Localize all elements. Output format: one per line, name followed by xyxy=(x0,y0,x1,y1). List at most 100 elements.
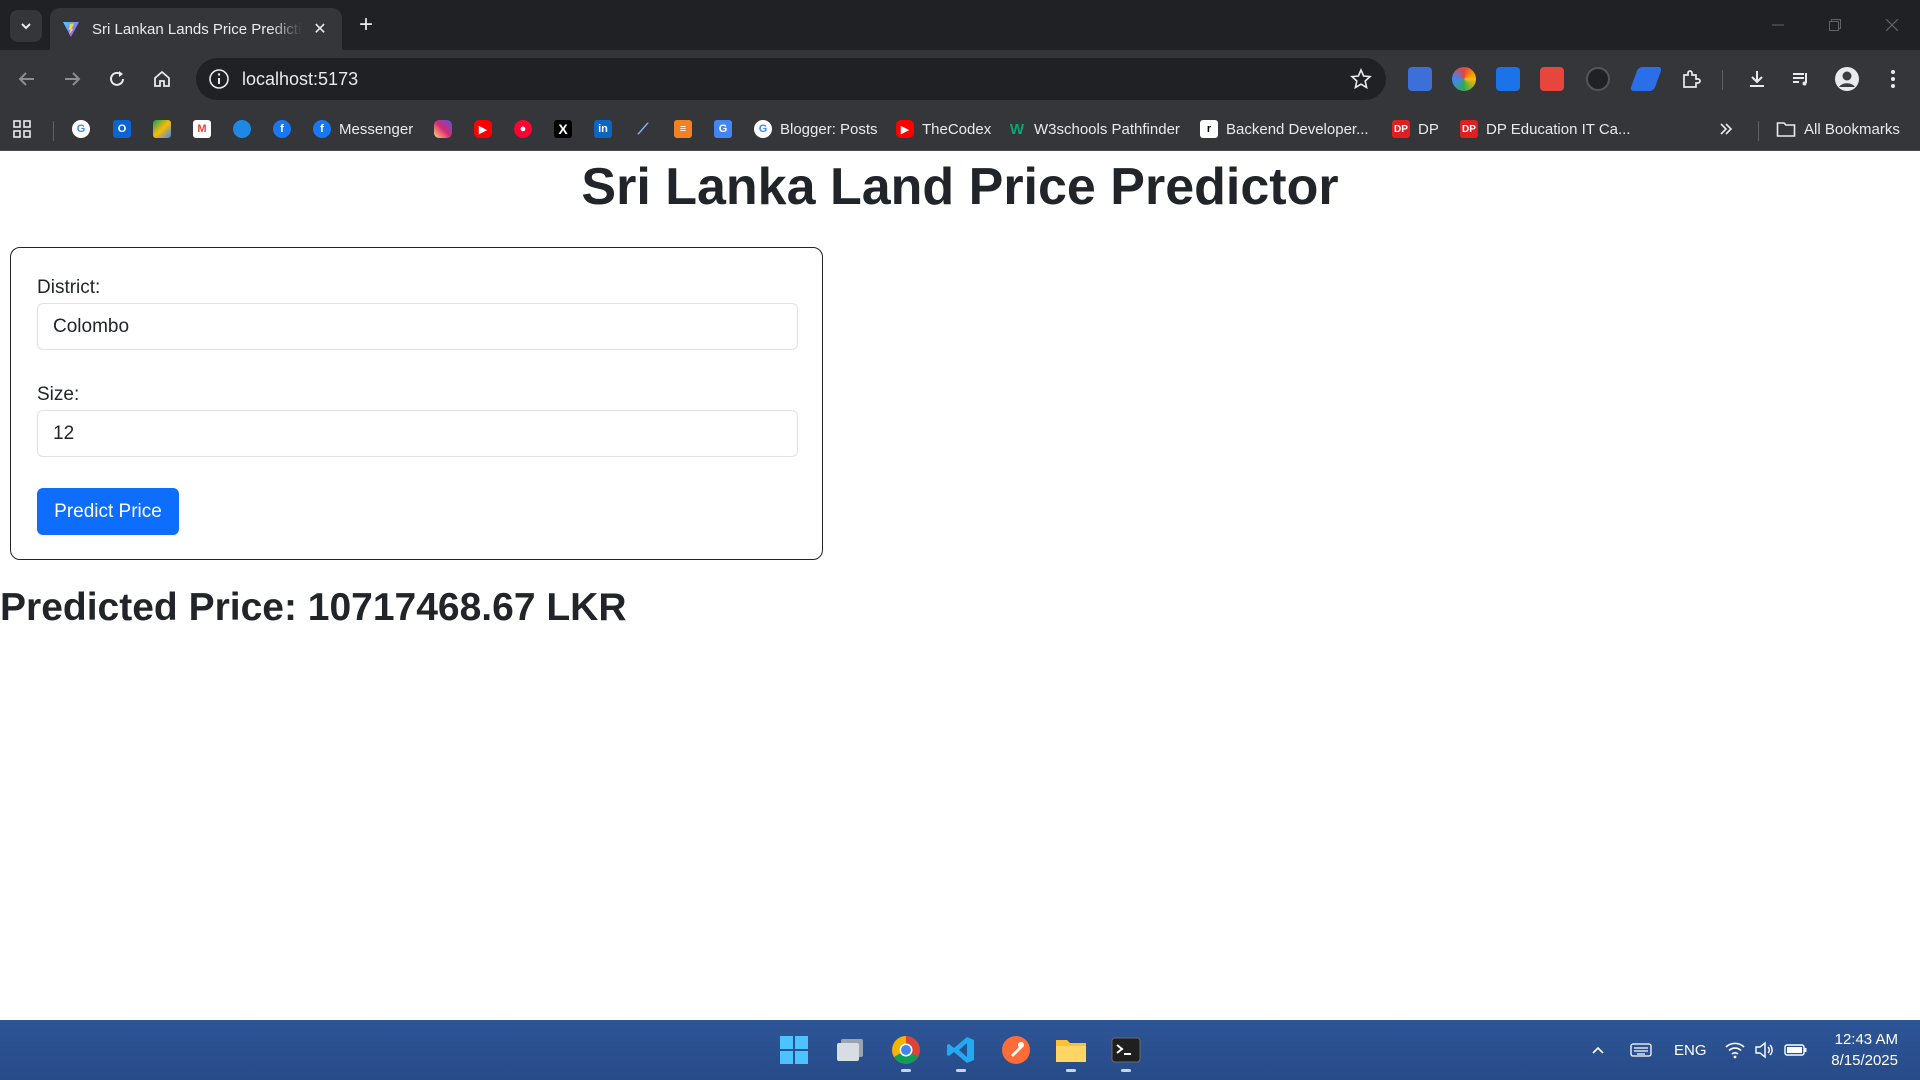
dark-extension-icon[interactable] xyxy=(1586,67,1610,91)
bookmark-blogger[interactable]: G Blogger: Posts xyxy=(754,117,878,141)
address-bar[interactable]: localhost:5173 xyxy=(196,58,1386,100)
reload-button[interactable] xyxy=(102,64,132,94)
browser-menu-button[interactable] xyxy=(1878,64,1908,94)
bookmark-dp-education[interactable]: DP DP Education IT Ca... xyxy=(1460,117,1631,141)
network-button[interactable] xyxy=(1724,1020,1746,1080)
home-button[interactable] xyxy=(147,64,177,94)
dp-icon: DP xyxy=(1460,120,1478,138)
minimize-button[interactable] xyxy=(1749,0,1806,50)
bookmark-item[interactable]: M xyxy=(193,117,211,141)
bookmark-w3schools[interactable]: W W3schools Pathfinder xyxy=(1008,117,1180,141)
bookmark-dp[interactable]: DP DP xyxy=(1392,117,1439,141)
all-bookmarks-button[interactable]: All Bookmarks xyxy=(1776,117,1900,141)
battery-button[interactable] xyxy=(1784,1020,1808,1080)
translate-icon: G xyxy=(714,120,732,138)
bookmark-item[interactable]: in xyxy=(594,117,612,141)
bookmark-item[interactable]: X xyxy=(554,117,572,141)
bookmark-label: DP xyxy=(1418,120,1439,138)
profile-avatar[interactable] xyxy=(1832,64,1862,94)
clock-date: 8/15/2025 xyxy=(1831,1052,1898,1069)
browser-titlebar: Sri Lankan Lands Price Prediction ✕ + xyxy=(0,0,1920,50)
language-indicator[interactable]: ENG xyxy=(1674,1020,1707,1080)
bookmark-star-icon[interactable] xyxy=(1350,68,1372,90)
extensions-button[interactable] xyxy=(1676,64,1706,94)
reload-icon xyxy=(110,71,124,86)
speaker-icon xyxy=(1755,1041,1773,1059)
district-input[interactable]: Colombo xyxy=(37,303,798,350)
back-button[interactable] xyxy=(12,64,42,94)
taskbar-file-explorer[interactable] xyxy=(1051,1030,1091,1072)
windows-taskbar: ENG 12:43 AM 8/15/2025 xyxy=(0,1020,1920,1080)
avatar-icon xyxy=(1835,67,1859,91)
dp-icon: DP xyxy=(1392,120,1410,138)
facebook-icon: f xyxy=(313,120,331,138)
google-icon: G xyxy=(72,120,90,138)
keyboard-icon xyxy=(1630,1043,1652,1057)
bookmark-item[interactable]: ● xyxy=(514,117,532,141)
bookmark-item[interactable]: G xyxy=(72,117,90,141)
close-tab-icon[interactable]: ✕ xyxy=(310,19,330,39)
vscode-icon xyxy=(947,1037,974,1063)
new-tab-button[interactable]: + xyxy=(352,12,380,40)
screen-share-extension-icon[interactable] xyxy=(1496,67,1520,91)
bookmark-backend[interactable]: r Backend Developer... xyxy=(1200,117,1369,141)
bookmark-item[interactable] xyxy=(153,117,171,141)
close-icon xyxy=(1885,19,1898,31)
predict-price-button[interactable]: Predict Price xyxy=(37,488,179,535)
all-bookmarks-label: All Bookmarks xyxy=(1804,120,1900,138)
google-drive-icon xyxy=(153,120,171,138)
url-text[interactable]: localhost:5173 xyxy=(242,69,358,90)
taskbar-chrome[interactable] xyxy=(886,1030,926,1072)
bookmark-item[interactable]: G xyxy=(714,117,732,141)
taskbar-clock[interactable]: 12:43 AM 8/15/2025 xyxy=(1831,1029,1898,1071)
start-button[interactable] xyxy=(774,1030,814,1070)
bookmark-item[interactable] xyxy=(434,117,452,141)
restore-button[interactable] xyxy=(1806,0,1863,50)
color-picker-extension-icon[interactable] xyxy=(1452,67,1476,91)
youtube-music-icon: ● xyxy=(514,120,532,138)
touch-keyboard-button[interactable] xyxy=(1630,1020,1652,1080)
size-input[interactable]: 12 xyxy=(37,410,798,457)
instagram-icon xyxy=(434,120,452,138)
forward-button[interactable] xyxy=(57,64,87,94)
browser-toolbar: localhost:5173 xyxy=(0,50,1920,107)
bookmark-label: Blogger: Posts xyxy=(780,120,878,138)
tab-search-button[interactable] xyxy=(10,10,42,42)
media-control-button[interactable] xyxy=(1786,64,1816,94)
bookmarks-divider xyxy=(53,121,54,141)
info-icon[interactable] xyxy=(208,68,230,90)
browser-tab-active[interactable]: Sri Lankan Lands Price Prediction ✕ xyxy=(50,8,342,50)
taskbar-vscode[interactable] xyxy=(941,1030,981,1072)
volume-button[interactable] xyxy=(1754,1020,1774,1080)
taskbar-postman[interactable] xyxy=(996,1030,1036,1070)
bookmark-label: DP Education IT Ca... xyxy=(1486,120,1631,138)
downloads-button[interactable] xyxy=(1742,64,1772,94)
task-view-button[interactable] xyxy=(830,1030,870,1070)
terminal-icon xyxy=(1111,1037,1141,1063)
taskbar-terminal[interactable] xyxy=(1106,1030,1146,1072)
bookmarks-divider xyxy=(1758,121,1759,141)
bookmark-messenger[interactable]: f Messenger xyxy=(313,117,413,141)
district-input-value: Colombo xyxy=(53,315,130,337)
bookmark-item[interactable]: f xyxy=(273,117,291,141)
show-hidden-icons-button[interactable] xyxy=(1590,1020,1606,1080)
more-bookmarks-button[interactable] xyxy=(1718,117,1734,141)
close-window-button[interactable] xyxy=(1863,0,1920,50)
bookmark-thecodex[interactable]: ▶ TheCodex xyxy=(896,117,991,141)
restore-icon xyxy=(1828,19,1841,31)
bookmark-item[interactable]: O xyxy=(113,117,131,141)
apps-button[interactable] xyxy=(12,117,32,141)
translate-extension-icon[interactable] xyxy=(1408,67,1432,91)
puzzle-red-extension-icon[interactable] xyxy=(1540,67,1564,91)
tab-title: Sri Lankan Lands Price Prediction xyxy=(92,20,302,38)
bookmark-item[interactable]: ▶ xyxy=(474,117,492,141)
bookmark-label: Messenger xyxy=(339,120,414,138)
bookmarks-bar: G O M f f Messenger ▶ ● X in ⟋ ≡ G G Blogg… xyxy=(0,107,1920,151)
more-vertical-icon xyxy=(1891,70,1895,88)
onedrive-icon xyxy=(233,120,251,138)
bookmark-item[interactable] xyxy=(233,117,251,141)
stackoverflow-icon: ≡ xyxy=(674,120,692,138)
pen-extension-icon[interactable] xyxy=(1629,67,1663,91)
bookmark-item[interactable]: ≡ xyxy=(674,117,692,141)
bookmark-item[interactable]: ⟋ xyxy=(634,117,652,141)
